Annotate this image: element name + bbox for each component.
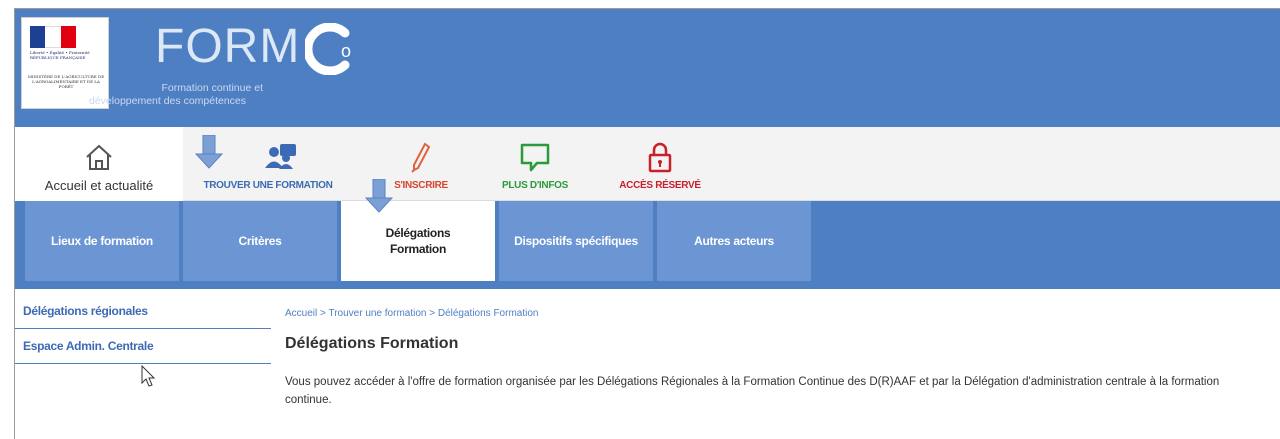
speech-bubble-icon — [520, 143, 550, 172]
mouse-cursor-icon — [141, 365, 156, 387]
tab-training-delegations-label: Délégations Formation — [385, 226, 451, 256]
nav-info-label: PLUS D'INFOS — [501, 180, 568, 191]
ministry-text: MINISTÈRE DE L'AGRICULTURE DE L'AGROALIM… — [27, 74, 105, 89]
republic-text: Liberté • Égalité • Fraternité RÉPUBLIQU… — [30, 50, 90, 60]
site-header: Liberté • Égalité • Fraternité RÉPUBLIQU… — [15, 9, 1280, 127]
nav-more-info[interactable]: PLUS D'INFOS — [485, 127, 585, 201]
house-icon — [86, 144, 112, 170]
marianne-flag-icon — [30, 26, 76, 48]
people-icon — [265, 144, 296, 169]
down-arrow-icon — [365, 179, 393, 213]
nav-home[interactable]: Accueil et actualité — [15, 127, 183, 201]
nav-restricted-access[interactable]: ACCÈS RÉSERVÉ — [605, 127, 715, 201]
brand-name: FORM — [155, 20, 301, 73]
down-arrow-icon — [195, 135, 223, 169]
nav-find-label: TROUVER UNE FORMATION — [203, 180, 333, 191]
intro-paragraph: Vous pouvez accéder à l'offre de formati… — [285, 376, 1220, 406]
tab-training-delegations[interactable]: Délégations Formation — [341, 201, 495, 281]
pen-icon — [411, 142, 431, 173]
padlock-icon — [648, 142, 672, 173]
nav-home-label: Accueil et actualité — [44, 178, 154, 193]
brand-c-icon: o — [305, 23, 351, 75]
page-frame: Liberté • Égalité • Fraternité RÉPUBLIQU… — [14, 8, 1280, 439]
breadcrumb[interactable]: Accueil > Trouver une formation > Déléga… — [285, 308, 538, 319]
tagline-line1: Formation continue et — [161, 82, 263, 94]
page-title: Délégations Formation — [285, 335, 459, 352]
tab-other-actors[interactable]: Autres acteurs — [657, 201, 811, 281]
tagline-line2: développement des compétences — [89, 95, 247, 107]
tab-criteria[interactable]: Critères — [183, 201, 337, 281]
subnav-tabs: Lieux de formation Critères Délégations … — [15, 201, 1280, 289]
brand-suffix: o — [341, 41, 351, 61]
sidebar-item-regional-delegations[interactable]: Délégations régionales — [15, 295, 271, 329]
tab-training-locations[interactable]: Lieux de formation — [25, 201, 179, 281]
nav-restricted-label: ACCÈS RÉSERVÉ — [619, 180, 701, 191]
tab-specific-schemes[interactable]: Dispositifs spécifiques — [499, 201, 653, 281]
sidebar-item-central-admin[interactable]: Espace Admin. Centrale — [15, 330, 271, 364]
